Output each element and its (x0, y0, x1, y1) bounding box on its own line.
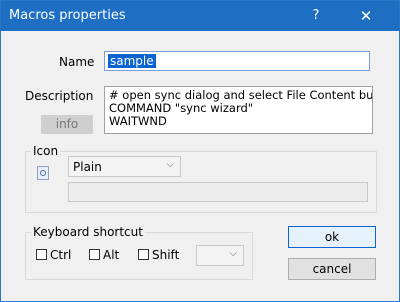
chevron-down-icon: ⌵ (229, 248, 237, 259)
alt-checkbox[interactable] (89, 249, 100, 260)
ctrl-checkbox[interactable] (36, 249, 47, 260)
name-input-value: sample (108, 54, 156, 68)
picture-icon[interactable] (37, 166, 49, 180)
window-title: Macros properties (9, 8, 126, 23)
icon-group-label: Icon (31, 144, 61, 158)
title-bar[interactable]: Macros properties ? ✕ (1, 1, 399, 31)
macros-properties-dialog: Macros properties ? ✕ Name sample Descri… (0, 0, 400, 302)
shift-label: Shift (152, 248, 180, 262)
keyboard-shortcut-label: Keyboard shortcut (31, 225, 145, 239)
shortcut-key-dropdown[interactable]: ⌵ (196, 245, 244, 266)
icon-path-field[interactable] (68, 182, 368, 202)
name-label: Name (59, 55, 95, 69)
cancel-button[interactable]: cancel (288, 258, 376, 280)
close-button[interactable]: ✕ (351, 5, 381, 27)
icon-style-dropdown[interactable]: Plain ⌵ (68, 156, 181, 177)
icon-style-value: Plain (73, 160, 102, 174)
description-label: Description (25, 89, 94, 103)
alt-label: Alt (103, 248, 120, 262)
chevron-down-icon: ⌵ (166, 159, 174, 170)
ctrl-label: Ctrl (50, 248, 72, 262)
shift-checkbox[interactable] (138, 249, 149, 260)
ok-button[interactable]: ok (288, 226, 376, 248)
info-button[interactable]: info (41, 115, 93, 134)
help-button[interactable]: ? (301, 5, 331, 27)
name-input[interactable]: sample (104, 51, 370, 71)
description-textarea[interactable]: # open sync dialog and select File Conte… (104, 86, 373, 134)
